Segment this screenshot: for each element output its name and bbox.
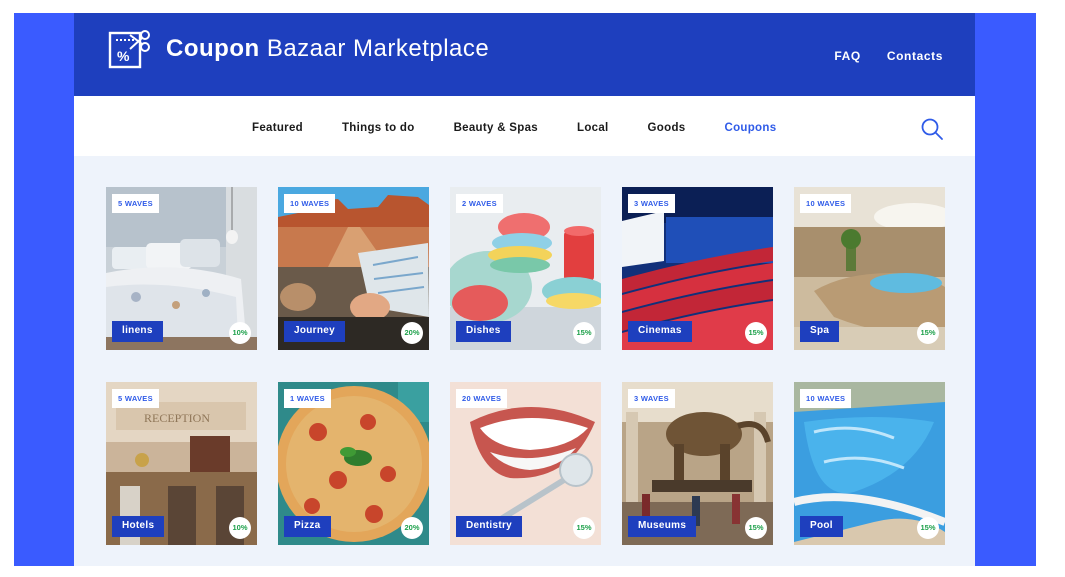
discount-badge: 20% — [401, 517, 423, 539]
waves-badge: 3 WAVES — [628, 389, 675, 408]
brand-bold: Coupon — [166, 35, 260, 62]
category-label: Dentistry — [456, 516, 523, 537]
category-label: Pizza — [284, 516, 331, 537]
waves-badge: 20 WAVES — [456, 389, 508, 408]
category-label: Dishes — [456, 321, 511, 342]
brand-title: Coupon Bazaar Marketplace — [166, 35, 489, 63]
waves-badge: 3 WAVES — [628, 194, 675, 213]
svg-text:%: % — [117, 48, 130, 64]
category-label: Pool — [800, 516, 843, 537]
waves-badge: 10 WAVES — [284, 194, 336, 213]
nav-item-local[interactable]: Local — [577, 122, 609, 134]
coupon-card-pool[interactable]: 10 WAVES Pool 15% — [794, 382, 945, 545]
waves-badge: 5 WAVES — [112, 389, 159, 408]
nav-item-featured[interactable]: Featured — [252, 122, 303, 134]
waves-badge: 2 WAVES — [456, 194, 503, 213]
discount-badge: 15% — [917, 517, 939, 539]
coupon-scissors-icon[interactable]: % — [108, 27, 152, 71]
search-icon[interactable] — [920, 117, 944, 141]
discount-badge: 10% — [229, 322, 251, 344]
app-window: % Coupon Bazaar Marketplace FAQ Contacts… — [74, 13, 975, 566]
coupon-card-spa[interactable]: 10 WAVES Spa 15% — [794, 187, 945, 350]
category-label: Museums — [628, 516, 697, 537]
discount-badge: 10% — [229, 517, 251, 539]
coupon-card-dishes[interactable]: 2 WAVES Dishes 15% — [450, 187, 601, 350]
discount-badge: 15% — [745, 517, 767, 539]
category-label: linens — [112, 321, 163, 342]
category-label: Hotels — [112, 516, 165, 537]
discount-badge: 20% — [401, 322, 423, 344]
waves-badge: 5 WAVES — [112, 194, 159, 213]
category-label: Spa — [800, 321, 840, 342]
coupon-card-linens[interactable]: 5 WAVES linens 10% — [106, 187, 257, 350]
waves-badge: 1 WAVES — [284, 389, 331, 408]
coupon-card-hotels[interactable]: RECEPTION 5 WAVES Hotels 10% — [106, 382, 257, 545]
waves-badge: 10 WAVES — [800, 389, 852, 408]
svg-text:RECEPTION: RECEPTION — [144, 411, 210, 425]
contacts-link[interactable]: Contacts — [887, 49, 943, 63]
discount-badge: 15% — [573, 322, 595, 344]
category-nav: Featured Things to do Beauty & Spas Loca… — [74, 96, 975, 156]
header-links: FAQ Contacts — [834, 49, 943, 63]
brand-light: Bazaar Marketplace — [266, 35, 490, 62]
faq-link[interactable]: FAQ — [834, 49, 860, 63]
coupon-card-pizza[interactable]: 1 WAVES Pizza 20% — [278, 382, 429, 545]
discount-badge: 15% — [917, 322, 939, 344]
nav-item-coupons[interactable]: Coupons — [724, 122, 776, 134]
category-label: Journey — [284, 321, 346, 342]
nav-item-goods[interactable]: Goods — [648, 122, 686, 134]
nav-item-things-to-do[interactable]: Things to do — [342, 122, 415, 134]
nav-item-beauty-spas[interactable]: Beauty & Spas — [454, 122, 538, 134]
coupon-card-cinemas[interactable]: 3 WAVES Cinemas 15% — [622, 187, 773, 350]
coupon-card-journey[interactable]: 10 WAVES Journey 20% — [278, 187, 429, 350]
coupon-card-museums[interactable]: 3 WAVES Museums 15% — [622, 382, 773, 545]
waves-badge: 10 WAVES — [800, 194, 852, 213]
category-label: Cinemas — [628, 321, 692, 342]
discount-badge: 15% — [745, 322, 767, 344]
header-bar: % Coupon Bazaar Marketplace FAQ Contacts — [74, 13, 975, 96]
coupon-card-dentistry[interactable]: 20 WAVES Dentistry 15% — [450, 382, 601, 545]
page-background: % Coupon Bazaar Marketplace FAQ Contacts… — [14, 13, 1036, 566]
discount-badge: 15% — [573, 517, 595, 539]
